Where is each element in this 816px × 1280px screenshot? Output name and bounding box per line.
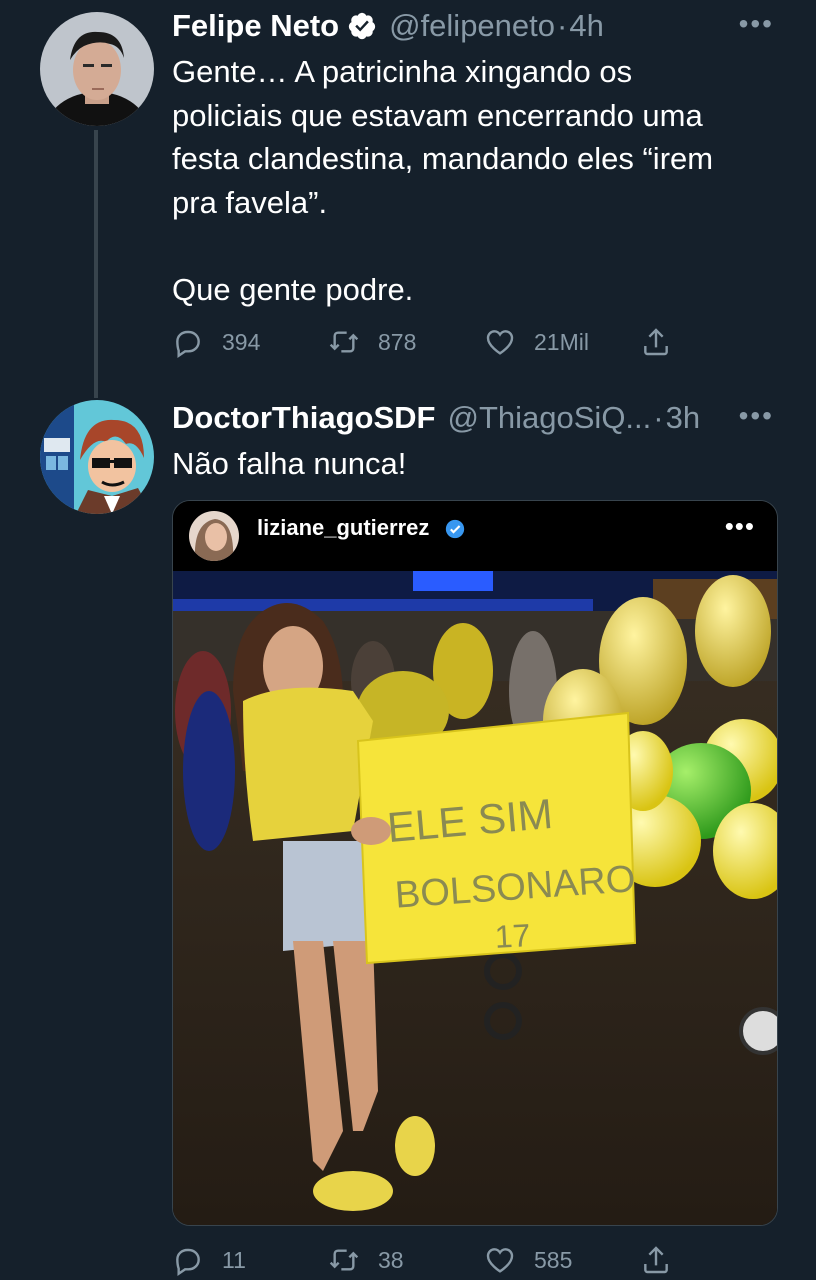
separator-dot: · — [557, 8, 568, 43]
retweet-count: 878 — [378, 328, 417, 355]
tweet-text-line: pra favela”. — [172, 184, 328, 220]
like-count: 21Mil — [534, 328, 589, 355]
instagram-more-icon: ••• — [724, 511, 755, 541]
tweet-text: Não falha nunca! — [172, 446, 407, 481]
author-handle[interactable]: @felipeneto — [389, 8, 555, 44]
embedded-instagram-screenshot[interactable]: liziane_gutierrez ••• ELE SIM BOLSONARO … — [172, 500, 778, 1226]
tweet-text-line: policiais que estavam encerrando uma — [172, 97, 703, 133]
instagram-username: liziane_gutierrez — [257, 515, 430, 540]
tweet-2[interactable]: DoctorThiagoSDF @ThiagoSiQ... · 3h ••• N… — [0, 400, 816, 1280]
reply-count: 11 — [222, 1246, 246, 1273]
author-name[interactable]: Felipe Neto — [172, 8, 339, 44]
retweet-icon — [329, 331, 359, 353]
heart-icon — [486, 1248, 514, 1273]
avatar-felipe-neto-image — [40, 12, 154, 126]
sign-line: 17 — [494, 917, 531, 955]
retweet-count: 38 — [378, 1246, 404, 1273]
protest-photo-image: ELE SIM BOLSONARO 17 — [173, 571, 777, 1225]
avatar[interactable] — [40, 400, 154, 514]
reply-button[interactable]: 11 — [172, 1240, 246, 1280]
share-icon — [644, 1246, 668, 1274]
retweet-button[interactable]: 38 — [328, 1240, 404, 1280]
retweet-icon — [329, 1249, 359, 1271]
more-options-icon[interactable]: ••• — [739, 8, 774, 40]
reply-button[interactable]: 394 — [172, 322, 260, 362]
tweet-header: Felipe Neto @felipeneto · 4h — [172, 6, 604, 46]
tweet-header: DoctorThiagoSDF @ThiagoSiQ... · 3h — [172, 398, 700, 438]
tweet-1[interactable]: Felipe Neto @felipeneto · 4h ••• Gente… … — [0, 0, 816, 400]
instagram-post-header: liziane_gutierrez ••• — [173, 501, 777, 571]
thread-line — [94, 130, 98, 398]
reply-icon — [176, 330, 200, 358]
reply-count: 394 — [222, 328, 261, 355]
like-count: 585 — [534, 1246, 573, 1273]
avatar[interactable] — [40, 12, 154, 126]
author-name[interactable]: DoctorThiagoSDF — [172, 400, 436, 436]
like-button[interactable]: 585 — [484, 1240, 572, 1280]
timestamp[interactable]: 4h — [569, 8, 603, 44]
tweet-text-line: Gente… A patricinha xingando os — [172, 54, 633, 89]
reply-icon — [176, 1248, 200, 1276]
timestamp[interactable]: 3h — [666, 400, 700, 436]
tweet-text-line: festa clandestina, mandando eles “irem — [172, 141, 714, 176]
retweet-button[interactable]: 878 — [328, 322, 416, 362]
share-icon — [644, 328, 668, 356]
author-handle[interactable]: @ThiagoSiQ... — [448, 400, 652, 436]
tweet-text: Gente… A patricinha xingando os policiai… — [172, 50, 782, 311]
more-options-icon[interactable]: ••• — [739, 400, 774, 432]
verified-badge-icon — [445, 519, 465, 539]
verified-badge-icon — [348, 12, 376, 40]
tweet-actions: 394 878 21Mil — [172, 322, 692, 362]
share-button[interactable] — [640, 1240, 690, 1280]
tweet-actions: 11 38 585 — [172, 1240, 692, 1280]
tweet-text-line: Que gente podre. — [172, 271, 414, 307]
separator-dot: · — [653, 400, 664, 435]
instagram-avatar — [189, 511, 239, 561]
instagram-avatar-image — [189, 511, 239, 561]
avatar-cartoon-doctor-image — [40, 400, 154, 514]
share-button[interactable] — [640, 322, 690, 362]
heart-icon — [486, 330, 514, 355]
tweet-text-line — [172, 224, 782, 268]
like-button[interactable]: 21Mil — [484, 322, 589, 362]
